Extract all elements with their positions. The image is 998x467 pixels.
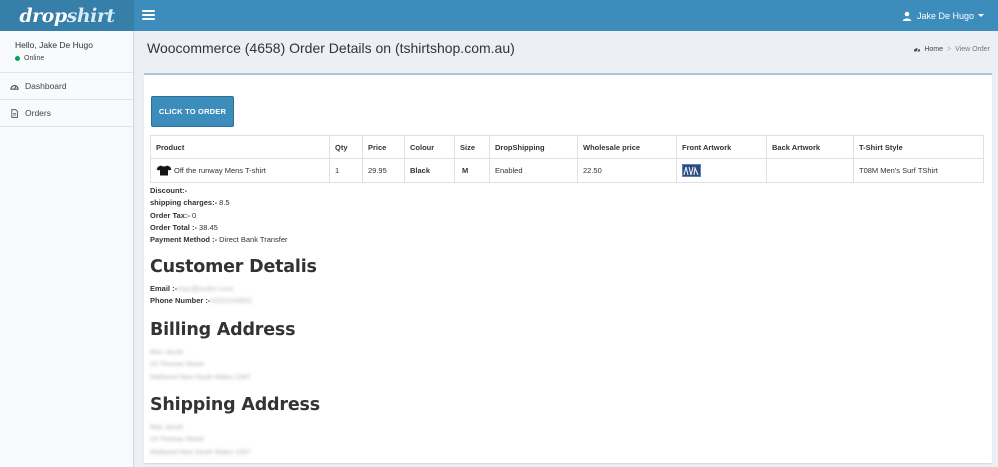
col-product: Product — [150, 135, 330, 159]
payment-label: Payment Method :- — [150, 235, 218, 245]
cell-wholesale-price: 22.50 — [577, 158, 677, 183]
table-header-row: Product Qty Price Colour Size DropShippi… — [150, 135, 984, 159]
email-line: Email :-mac@outlm.com — [150, 283, 252, 295]
total-label: Order Total :- — [150, 222, 197, 232]
user-icon — [902, 11, 912, 21]
col-qty: Qty — [329, 135, 363, 159]
tax-value: 0 — [189, 210, 197, 220]
phone-value: 0432234892 — [210, 296, 253, 306]
shipping-value: 8.5 — [217, 198, 230, 208]
dashboard-icon — [914, 48, 921, 52]
chevron-down-icon — [978, 14, 984, 17]
click-to-order-button[interactable]: CLICK TO ORDER — [151, 96, 234, 127]
shipping-line: 23 Thomas Street — [150, 436, 204, 444]
breadcrumb-separator: > — [947, 45, 952, 53]
file-icon — [11, 108, 18, 118]
cell-dropshipping: Enabled — [489, 158, 578, 183]
shipping-label: shipping charges:- — [150, 198, 218, 208]
cell-qty: 1 — [329, 158, 363, 183]
cell-back-artwork — [766, 158, 854, 183]
online-dot-icon — [15, 56, 20, 61]
email-value: mac@outlm.com — [177, 284, 234, 293]
order-total-line: Order Total :- 38.45 — [150, 222, 288, 234]
logo-part-shirt: shirt — [66, 4, 116, 27]
order-totals: Discount:- shipping charges:- 8.5 Order … — [150, 185, 288, 246]
cell-tshirt-style: T08M Men's Surf TShirt — [853, 158, 984, 183]
content-header: Woocommerce (4658) Order Details on (tsh… — [147, 40, 515, 56]
discount-line: Discount:- — [150, 185, 288, 197]
col-front-artwork: Front Artwork — [676, 135, 767, 159]
logo-part-drop: drop — [19, 4, 67, 27]
col-price: Price — [362, 135, 405, 159]
col-colour: Colour — [404, 135, 455, 159]
customer-details: Email :-mac@outlm.com Phone Number :-043… — [150, 283, 252, 308]
cell-product: Off the runway Mens T-shirt — [150, 158, 330, 183]
cell-colour: Black — [404, 158, 455, 183]
shipping-line: Wallsend New South Wales 2287 — [150, 448, 251, 456]
total-value: 38.45 — [196, 222, 218, 232]
billing-address: Mac Jacob 23 Thomas Street Wallsend New … — [150, 347, 250, 384]
col-size: Size — [454, 135, 490, 159]
top-navbar: dropshirt Jake De Hugo — [0, 0, 998, 31]
breadcrumb-home[interactable]: Home — [924, 46, 943, 53]
logo-text: dropshirt — [19, 4, 116, 27]
sidebar-item-label: Dashboard — [25, 81, 67, 91]
sidebar-item-label: Orders — [25, 108, 51, 118]
sidebar-item-dashboard[interactable]: Dashboard — [0, 73, 133, 100]
greeting: Hello, Jake De Hugo — [15, 40, 93, 50]
col-wholesale-price: Wholesale price — [577, 135, 677, 159]
discount-label: Discount:- — [150, 186, 188, 195]
table-row: Off the runway Mens T-shirt 1 29.95 Blac… — [150, 158, 984, 183]
billing-line: 23 Thomas Street — [150, 361, 204, 369]
payment-method-line: Payment Method :- Direct Bank Transfer — [150, 234, 288, 246]
sidebar-toggle-icon[interactable] — [142, 10, 155, 20]
shipping-charges-line: shipping charges:- 8.5 — [150, 197, 288, 209]
col-dropshipping: DropShipping — [489, 135, 578, 159]
logo[interactable]: dropshirt — [0, 0, 134, 31]
status-label: Online — [24, 55, 45, 62]
shipping-line: Mac Jacob — [150, 424, 183, 431]
customer-details-heading: Customer Detalis — [150, 257, 317, 277]
order-tax-line: Order Tax:- 0 — [150, 210, 288, 222]
col-back-artwork: Back Artwork — [766, 135, 854, 159]
user-panel: Hello, Jake De Hugo Online — [0, 31, 133, 73]
email-label: Email :- — [150, 284, 178, 293]
order-details-box: CLICK TO ORDER Product Qty Price Colour … — [144, 73, 992, 463]
cell-size: M — [454, 158, 490, 183]
cell-front-artwork — [676, 158, 767, 183]
tax-label: Order Tax:- — [150, 210, 190, 220]
user-name: Jake De Hugo — [916, 10, 974, 21]
sidebar: Hello, Jake De Hugo Online Dashboard Ord… — [0, 31, 134, 467]
online-status: Online — [15, 55, 118, 62]
shipping-address: Mac Jacob 23 Thomas Street Wallsend New … — [150, 422, 250, 459]
product-name: Off the runway Mens T-shirt — [174, 166, 266, 175]
billing-address-heading: Billing Address — [150, 320, 296, 340]
col-tshirt-style: T-Shirt Style — [853, 135, 984, 159]
tshirt-icon — [156, 165, 172, 176]
billing-line: Mac Jacob — [150, 349, 183, 356]
cell-price: 29.95 — [362, 158, 405, 183]
sidebar-item-orders[interactable]: Orders — [0, 100, 133, 127]
user-menu[interactable]: Jake De Hugo — [902, 0, 984, 31]
payment-value: Direct Bank Transfer — [217, 235, 288, 245]
order-items-table: Product Qty Price Colour Size DropShippi… — [150, 135, 984, 183]
page-title: Woocommerce (4658) Order Details on (tsh… — [147, 40, 515, 56]
breadcrumb-current: View Order — [955, 45, 990, 53]
phone-label: Phone Number :- — [150, 296, 211, 306]
billing-line: Wallsend New South Wales 2287 — [150, 373, 251, 381]
dashboard-icon — [10, 84, 19, 90]
breadcrumb: Home > View Order — [913, 45, 990, 53]
shipping-address-heading: Shipping Address — [150, 395, 320, 415]
phone-line: Phone Number :-0432234892 — [150, 295, 252, 307]
front-artwork-thumbnail[interactable] — [682, 164, 701, 177]
